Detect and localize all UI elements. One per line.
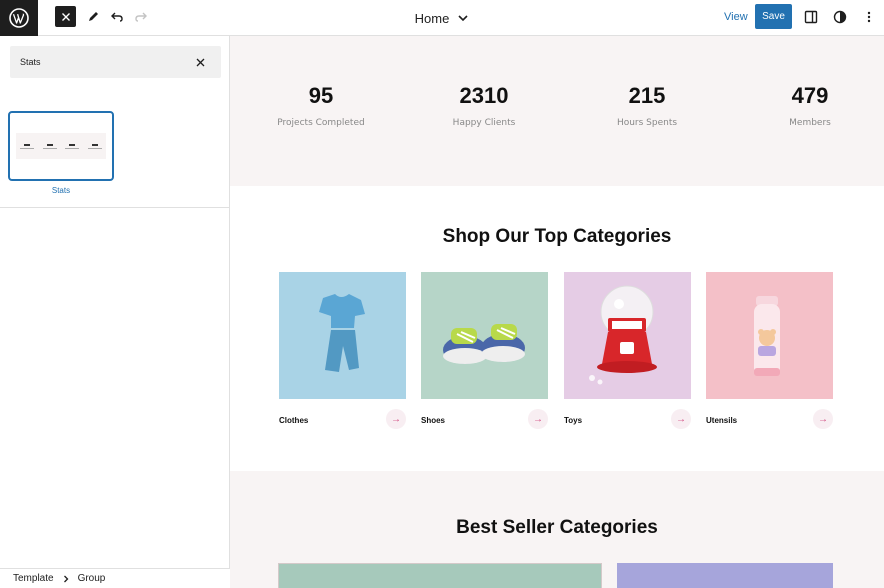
stat-item[interactable]: 95 Projects Completed [241, 82, 401, 128]
best-seller-card[interactable] [278, 563, 602, 588]
category-image[interactable] [564, 272, 691, 399]
tools-button[interactable] [82, 6, 104, 28]
options-menu-button[interactable] [858, 6, 880, 28]
arrow-right-icon[interactable]: → [671, 409, 691, 429]
more-vertical-icon [867, 11, 871, 23]
sidebar-panel-icon [804, 10, 818, 24]
pattern-preview-card[interactable] [8, 111, 114, 181]
category-card[interactable]: Shoes → [421, 272, 548, 439]
arrow-right-icon[interactable]: → [528, 409, 548, 429]
category-footer: Utensils → [706, 399, 833, 439]
category-footer: Shoes → [421, 399, 548, 439]
close-icon [61, 12, 70, 21]
category-image[interactable] [706, 272, 833, 399]
best-seller-card[interactable] [617, 563, 833, 588]
pattern-label[interactable]: Stats [8, 186, 114, 195]
category-card[interactable]: Utensils → [706, 272, 833, 439]
shoes-image-icon [443, 324, 525, 364]
document-title-dropdown[interactable]: Home [415, 11, 470, 26]
category-footer: Toys → [564, 399, 691, 439]
stats-section[interactable]: 95 Projects Completed 2310 Happy Clients… [230, 36, 884, 186]
category-image[interactable] [279, 272, 406, 399]
stat-number: 215 [628, 83, 666, 108]
wordpress-logo-icon[interactable] [0, 0, 38, 36]
breadcrumb-item[interactable]: Group [78, 573, 106, 584]
stat-label: Hours Spents [616, 118, 678, 128]
undo-icon [111, 12, 123, 22]
contrast-icon [833, 10, 847, 24]
clothes-image-icon [319, 294, 365, 372]
divider [0, 207, 229, 208]
category-card[interactable]: Toys → [564, 272, 691, 439]
redo-button[interactable] [130, 6, 152, 28]
breadcrumb: Template Group [0, 568, 230, 588]
stat-label: Happy Clients [452, 118, 516, 128]
settings-sidebar-toggle[interactable] [800, 6, 822, 28]
stat-item[interactable]: 2310 Happy Clients [404, 82, 564, 128]
category-card[interactable]: Clothes → [279, 272, 406, 439]
pattern-thumbnail [16, 133, 106, 159]
close-icon [196, 58, 204, 66]
styles-button[interactable] [829, 6, 851, 28]
search-input[interactable] [10, 46, 190, 78]
category-name[interactable]: Utensils [706, 416, 737, 425]
category-name[interactable]: Shoes [421, 416, 445, 425]
redo-icon [135, 12, 147, 22]
close-inserter-button[interactable] [55, 6, 76, 27]
stat-item[interactable]: 479 Members [730, 82, 884, 128]
view-link[interactable]: View [724, 11, 748, 23]
editor-canvas[interactable]: 95 Projects Completed 2310 Happy Clients… [230, 36, 884, 588]
breadcrumb-item[interactable]: Template [13, 573, 54, 584]
best-seller-section[interactable]: Best Seller Categories [230, 471, 884, 588]
arrow-right-icon[interactable]: → [813, 409, 833, 429]
pattern-search [10, 46, 221, 78]
stat-number: 479 [791, 83, 829, 108]
category-image[interactable] [421, 272, 548, 399]
stat-number: 95 [308, 83, 334, 108]
category-name[interactable]: Clothes [279, 416, 308, 425]
top-categories-section[interactable]: Shop Our Top Categories Clothes → Shoes … [230, 186, 884, 471]
stat-label: Projects Completed [277, 118, 365, 128]
stat-item[interactable]: 215 Hours Spents [567, 82, 727, 128]
clear-search-button[interactable] [193, 55, 207, 69]
block-inserter-sidebar: Stats [0, 36, 230, 588]
toys-image-icon [589, 285, 657, 385]
category-footer: Clothes → [279, 399, 406, 439]
category-name[interactable]: Toys [564, 416, 582, 425]
stat-label: Members [789, 118, 831, 128]
document-title: Home [414, 10, 450, 26]
pencil-icon [89, 12, 98, 21]
section-heading: Best Seller Categories [456, 517, 658, 538]
arrow-right-icon[interactable]: → [386, 409, 406, 429]
chevron-down-icon [458, 15, 468, 22]
editor-top-toolbar: Home View Save [0, 0, 884, 36]
chevron-right-icon [63, 575, 68, 582]
stat-number: 2310 [459, 83, 509, 108]
save-button[interactable]: Save [755, 4, 792, 29]
section-heading: Shop Our Top Categories [442, 226, 672, 247]
undo-button[interactable] [106, 6, 128, 28]
utensils-image-icon [754, 296, 780, 376]
